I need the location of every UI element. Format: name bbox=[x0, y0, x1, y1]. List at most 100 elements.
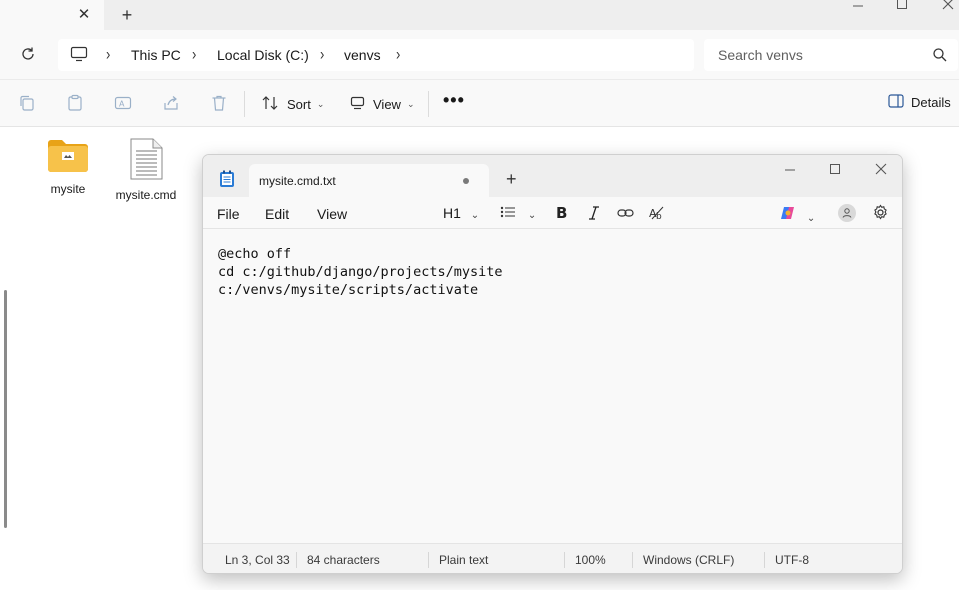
notepad-close-icon[interactable] bbox=[871, 163, 891, 183]
notepad-tab[interactable]: mysite.cmd.txt bbox=[249, 164, 489, 197]
search-input[interactable]: Search venvs bbox=[704, 39, 958, 71]
notepad-app-icon bbox=[219, 170, 235, 188]
toolbar-divider bbox=[428, 91, 429, 117]
this-pc-icon bbox=[70, 46, 88, 62]
heading-dropdown[interactable]: H1 ⌄ bbox=[443, 205, 479, 221]
breadcrumb-chevron-icon: › bbox=[192, 43, 197, 64]
status-line-ending[interactable]: Windows (CRLF) bbox=[643, 553, 734, 567]
gear-icon bbox=[874, 204, 887, 220]
link-button[interactable] bbox=[617, 205, 634, 224]
heading-label: H1 bbox=[443, 205, 461, 221]
paste-icon[interactable] bbox=[66, 94, 84, 112]
status-character-count: 84 characters bbox=[307, 553, 380, 567]
bold-button[interactable]: B bbox=[555, 204, 569, 224]
new-tab-button[interactable]: + bbox=[118, 5, 136, 25]
clear-formatting-icon: Ab bbox=[649, 206, 664, 222]
status-divider bbox=[764, 552, 765, 568]
account-button[interactable] bbox=[837, 203, 857, 226]
status-divider bbox=[428, 552, 429, 568]
italic-icon bbox=[589, 206, 599, 220]
notepad-text-area[interactable]: @echo off cd c:/github/django/projects/m… bbox=[203, 230, 902, 543]
notepad-minimize-icon[interactable] bbox=[780, 163, 800, 183]
minimize-icon[interactable] bbox=[848, 0, 868, 12]
details-label: Details bbox=[911, 95, 951, 110]
clear-formatting-button[interactable]: Ab bbox=[649, 205, 665, 224]
menu-edit[interactable]: Edit bbox=[265, 206, 289, 222]
delete-icon[interactable] bbox=[210, 94, 228, 112]
explorer-address-row: › This PC › Local Disk (C:) › venvs › Se… bbox=[0, 30, 959, 79]
copilot-button[interactable]: ⌄ bbox=[779, 205, 815, 224]
chevron-down-icon: ⌄ bbox=[470, 210, 480, 221]
text-file-icon bbox=[128, 138, 164, 184]
notepad-menubar: File Edit View H1 ⌄ ⌄ B Ab ⌄ bbox=[203, 197, 902, 229]
refresh-icon[interactable] bbox=[18, 44, 38, 64]
unsaved-indicator-icon[interactable] bbox=[463, 178, 469, 184]
settings-button[interactable] bbox=[872, 204, 889, 224]
more-options-button[interactable]: ••• bbox=[443, 90, 465, 111]
menu-view[interactable]: View bbox=[317, 206, 347, 222]
details-pane-button[interactable]: Details bbox=[888, 94, 951, 111]
breadcrumb-chevron-icon[interactable]: › bbox=[396, 44, 400, 64]
file-item-folder[interactable]: mysite bbox=[36, 137, 100, 196]
folder-icon bbox=[46, 140, 90, 178]
toolbar-divider bbox=[244, 91, 245, 117]
details-pane-icon bbox=[888, 94, 904, 111]
italic-button[interactable] bbox=[587, 205, 601, 224]
share-icon[interactable] bbox=[162, 94, 180, 112]
text-line: c:/venvs/mysite/scripts/activate bbox=[218, 282, 479, 298]
status-divider bbox=[632, 552, 633, 568]
text-line: cd c:/github/django/projects/mysite bbox=[218, 264, 503, 280]
explorer-tab[interactable]: ✕ bbox=[0, 0, 104, 30]
explorer-titlebar: ✕ + bbox=[0, 0, 959, 30]
chevron-down-icon: ⌄ bbox=[806, 213, 816, 224]
search-icon bbox=[932, 47, 948, 63]
maximize-icon[interactable] bbox=[892, 0, 912, 10]
notepad-maximize-icon[interactable] bbox=[825, 163, 845, 183]
svg-text:B: B bbox=[556, 205, 567, 221]
close-tab-icon[interactable]: ✕ bbox=[75, 6, 93, 24]
list-dropdown[interactable]: ⌄ bbox=[500, 205, 536, 221]
search-placeholder: Search venvs bbox=[718, 47, 803, 63]
rename-icon[interactable]: A bbox=[114, 94, 132, 112]
copilot-icon bbox=[781, 207, 794, 219]
file-name-label: mysite.cmd bbox=[115, 188, 177, 202]
file-item-text[interactable]: mysite.cmd bbox=[114, 137, 178, 202]
breadcrumb-local-disk[interactable]: Local Disk (C:) bbox=[217, 47, 309, 63]
text-line: @echo off bbox=[218, 246, 292, 262]
notepad-titlebar: mysite.cmd.txt + bbox=[203, 155, 902, 197]
chevron-down-icon: ⌄ bbox=[316, 98, 325, 109]
address-bar[interactable]: › This PC › Local Disk (C:) › venvs › bbox=[58, 39, 694, 71]
notepad-new-tab-button[interactable]: + bbox=[506, 169, 517, 190]
chevron-down-icon: ⌄ bbox=[406, 98, 415, 109]
status-text-format[interactable]: Plain text bbox=[439, 553, 488, 567]
notepad-window: mysite.cmd.txt + File Edit View H1 ⌄ ⌄ B bbox=[202, 154, 903, 574]
view-button[interactable]: View ⌄ bbox=[350, 93, 415, 115]
notepad-tab-title: mysite.cmd.txt bbox=[259, 174, 336, 188]
sort-icon bbox=[262, 95, 279, 114]
svg-text:A: A bbox=[119, 100, 125, 109]
explorer-toolbar: A Sort ⌄ View ⌄ ••• Details bbox=[0, 79, 959, 127]
link-icon bbox=[617, 209, 634, 217]
status-zoom[interactable]: 100% bbox=[575, 553, 606, 567]
status-encoding[interactable]: UTF-8 bbox=[775, 553, 809, 567]
account-icon bbox=[838, 204, 856, 222]
file-name-label: mysite bbox=[50, 182, 86, 196]
chevron-down-icon: ⌄ bbox=[527, 210, 537, 221]
breadcrumb-chevron-icon: › bbox=[106, 43, 111, 64]
close-window-icon[interactable] bbox=[938, 0, 958, 10]
view-icon bbox=[350, 96, 365, 113]
status-divider bbox=[296, 552, 297, 568]
bold-icon: B bbox=[556, 204, 567, 222]
copy-icon[interactable] bbox=[18, 94, 36, 112]
status-cursor-position: Ln 3, Col 33 bbox=[225, 553, 290, 567]
menu-file[interactable]: File bbox=[217, 206, 240, 222]
explorer-scrollbar[interactable] bbox=[4, 290, 7, 528]
bulleted-list-icon bbox=[500, 205, 520, 221]
breadcrumb-chevron-icon: › bbox=[320, 43, 325, 64]
breadcrumb-this-pc[interactable]: This PC bbox=[131, 47, 181, 63]
sort-label: Sort bbox=[287, 96, 311, 112]
breadcrumb-venvs[interactable]: venvs bbox=[344, 47, 381, 63]
status-divider bbox=[564, 552, 565, 568]
view-label: View bbox=[373, 96, 401, 112]
sort-button[interactable]: Sort ⌄ bbox=[262, 93, 324, 115]
